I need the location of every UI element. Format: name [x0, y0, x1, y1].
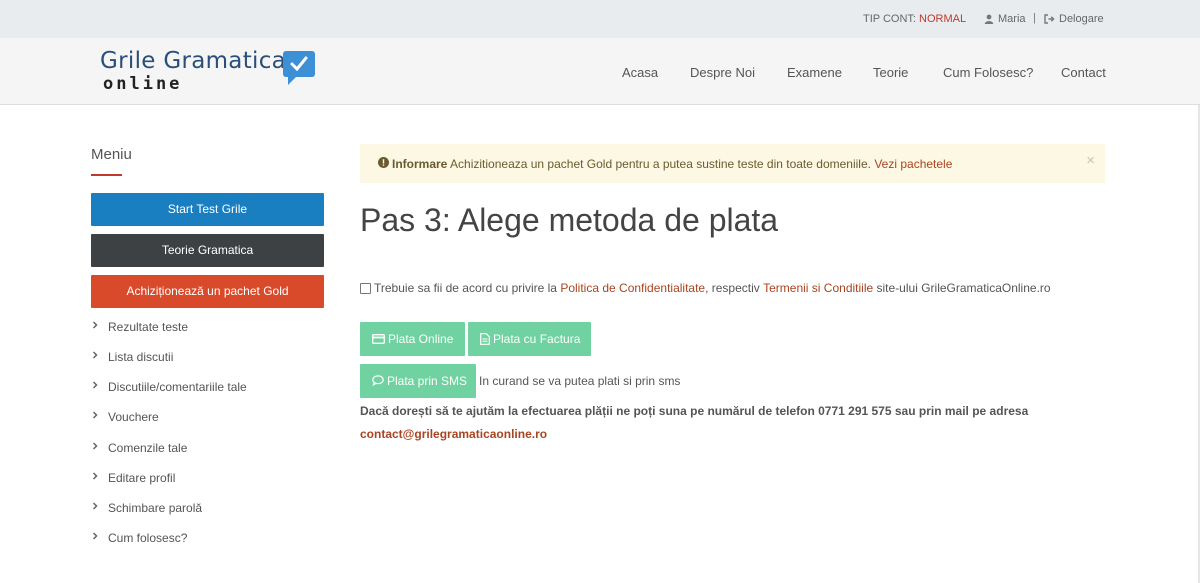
sidebar-item-label: Cum folosesc? — [108, 531, 188, 545]
page-title: Pas 3: Alege metoda de plata — [360, 202, 779, 238]
contact-email-link[interactable]: contact@grilegramaticaonline.ro — [360, 427, 547, 441]
sidebar-title-underline — [91, 174, 122, 176]
sms-note: In curand se va putea plati si prin sms — [479, 374, 681, 388]
exclamation-circle-icon — [378, 157, 389, 171]
pay-online-button[interactable]: Plata Online — [360, 322, 465, 356]
nav-despre-noi[interactable]: Despre Noi — [690, 65, 755, 80]
chevron-right-icon — [92, 502, 98, 510]
document-icon — [480, 332, 490, 345]
pay-sms-button[interactable]: Plata prin SMS — [360, 364, 476, 398]
account-type-label: TIP CONT: — [863, 13, 916, 25]
chevron-right-icon — [92, 321, 98, 329]
site-logo[interactable]: Grile Gramatica online — [100, 46, 320, 98]
site-header: Grile Gramatica online Acasa Despre Noi … — [0, 38, 1200, 105]
terms-checkbox[interactable] — [360, 282, 371, 294]
agreement-suffix: site-ului GrileGramaticaOnline.ro — [876, 281, 1051, 295]
sidebar-item-rezultate-teste[interactable]: Rezultate teste — [91, 316, 321, 338]
logout-label: Delogare — [1059, 13, 1104, 25]
sidebar-title: Meniu — [91, 146, 132, 163]
pay-online-label: Plata Online — [388, 332, 454, 346]
sidebar-item-label: Discutiile/comentariile tale — [108, 380, 247, 394]
alert-message: Achizitioneaza un pachet Gold pentru a p… — [450, 157, 871, 171]
pay-sms-label: Plata prin SMS — [387, 374, 468, 388]
topbar-separator: | — [1033, 12, 1036, 24]
start-test-button[interactable]: Start Test Grile — [91, 193, 324, 226]
teorie-gramatica-button[interactable]: Teorie Gramatica — [91, 234, 324, 267]
terms-link[interactable]: Termenii si Conditiile — [763, 281, 873, 295]
nav-contact[interactable]: Contact — [1061, 65, 1106, 80]
sidebar-item-editare-profil[interactable]: Editare profil — [91, 467, 321, 489]
account-type-value: NORMAL — [919, 13, 967, 25]
chevron-right-icon — [92, 381, 98, 389]
sidebar-item-label: Comenzile tale — [108, 441, 188, 455]
info-alert: Informare Achizitioneaza un pachet Gold … — [360, 144, 1105, 183]
nav-teorie[interactable]: Teorie — [873, 65, 908, 80]
view-packages-link[interactable]: Vezi pachetele — [874, 157, 952, 171]
sidebar-item-label: Lista discutii — [108, 350, 174, 364]
terms-agreement: Trebuie sa fii de acord cu privire la Po… — [360, 281, 1051, 295]
logo-text-main: Grile Gramatica — [100, 48, 287, 74]
buy-gold-button[interactable]: Achiziționează un pachet Gold — [91, 275, 324, 308]
nav-acasa[interactable]: Acasa — [622, 65, 658, 80]
chevron-right-icon — [92, 351, 98, 359]
sidebar-item-cum-folosesc[interactable]: Cum folosesc? — [91, 527, 321, 549]
nav-cum-folosesc[interactable]: Cum Folosesc? — [943, 65, 1033, 80]
account-type: TIP CONT: NORMAL — [863, 13, 966, 25]
sidebar-item-vouchere[interactable]: Vouchere — [91, 406, 321, 428]
privacy-policy-link[interactable]: Politica de Confidentialitate — [560, 281, 705, 295]
alert-title: Informare — [392, 157, 448, 171]
sidebar-item-lista-discutii[interactable]: Lista discutii — [91, 346, 321, 368]
sidebar-item-schimbare-parola[interactable]: Schimbare parolă — [91, 497, 321, 519]
logo-text-sub: online — [103, 74, 183, 94]
user-name: Maria — [998, 13, 1026, 25]
nav-examene[interactable]: Examene — [787, 65, 842, 80]
pay-invoice-button[interactable]: Plata cu Factura — [468, 322, 591, 356]
chevron-right-icon — [92, 532, 98, 540]
logout-link[interactable]: Delogare — [1044, 13, 1104, 25]
credit-card-icon — [372, 333, 385, 344]
user-link[interactable]: Maria — [984, 13, 1026, 25]
chat-bubble-icon — [372, 375, 384, 387]
alert-close-button[interactable]: × — [1086, 152, 1095, 169]
chevron-right-icon — [92, 442, 98, 450]
sidebar-item-label: Editare profil — [108, 471, 176, 485]
user-icon — [984, 14, 994, 24]
pay-invoice-label: Plata cu Factura — [493, 332, 581, 346]
sidebar-item-comenzile-tale[interactable]: Comenzile tale — [91, 437, 321, 459]
sidebar-item-label: Vouchere — [108, 410, 159, 424]
chevron-right-icon — [92, 472, 98, 480]
sidebar-item-label: Rezultate teste — [108, 320, 189, 334]
help-text: Dacă dorești să te ajutăm la efectuarea … — [360, 404, 1029, 418]
chevron-right-icon — [92, 411, 98, 419]
chat-check-icon — [282, 50, 316, 91]
sidebar-item-discutiile-tale[interactable]: Discutiile/comentariile tale — [91, 376, 321, 398]
top-bar: TIP CONT: NORMAL Maria | Delogare — [0, 0, 1200, 38]
logout-icon — [1044, 14, 1055, 24]
agreement-prefix: Trebuie sa fii de acord cu privire la — [374, 281, 557, 295]
sidebar-item-label: Schimbare parolă — [108, 501, 203, 515]
agreement-middle: , respectiv — [705, 281, 760, 295]
